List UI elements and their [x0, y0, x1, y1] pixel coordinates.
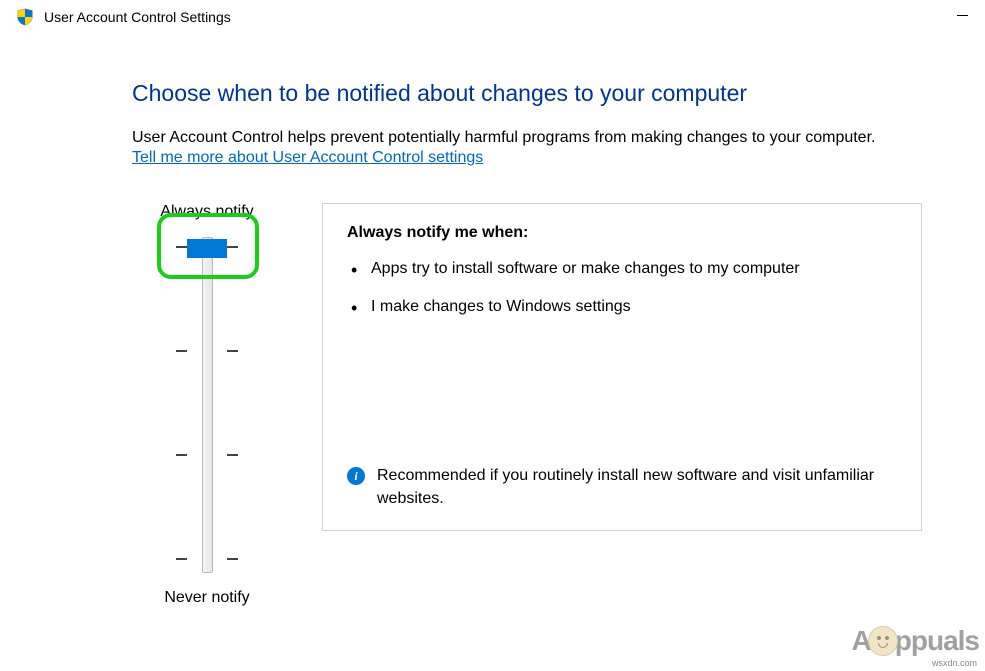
recommendation-text: Recommended if you routinely install new… [377, 465, 897, 510]
info-icon: i [347, 467, 365, 485]
slider-tick [227, 350, 238, 352]
watermark-face-icon [868, 626, 898, 656]
uac-shield-icon [16, 8, 34, 26]
slider-tick [176, 558, 187, 560]
page-heading: Choose when to be notified about changes… [132, 80, 975, 107]
uac-slider[interactable] [159, 235, 255, 575]
window-title: User Account Control Settings [44, 9, 975, 25]
slider-tick [227, 454, 238, 456]
slider-tick [227, 558, 238, 560]
detail-panel: Always notify me when: Apps try to insta… [322, 203, 922, 531]
detail-bullet: Apps try to install software or make cha… [371, 258, 897, 280]
titlebar: User Account Control Settings [0, 0, 985, 32]
watermark-suffix: ppuals [895, 625, 979, 657]
content-area: Choose when to be notified about changes… [0, 32, 985, 607]
window-controls [939, 0, 985, 30]
learn-more-link[interactable]: Tell me more about User Account Control … [132, 149, 483, 167]
watermark-source: wsxdn.com [932, 658, 977, 668]
slider-rail [202, 237, 213, 573]
slider-tick [176, 454, 187, 456]
slider-area: Always notify Never notify Always notify… [132, 203, 975, 607]
slider-bottom-label: Never notify [164, 589, 249, 607]
slider-tick [227, 246, 238, 248]
minimize-icon [957, 15, 968, 16]
slider-column: Always notify Never notify [132, 203, 282, 607]
detail-bullet: I make changes to Windows settings [371, 296, 897, 318]
slider-tick [176, 246, 187, 248]
detail-title: Always notify me when: [347, 224, 897, 242]
watermark: A ppuals [852, 625, 979, 657]
slider-tick [176, 350, 187, 352]
description-text: User Account Control helps prevent poten… [132, 129, 975, 147]
slider-top-label: Always notify [160, 203, 253, 221]
minimize-button[interactable] [939, 0, 985, 30]
slider-thumb[interactable] [187, 239, 227, 258]
detail-list: Apps try to install software or make cha… [347, 258, 897, 335]
recommendation-row: i Recommended if you routinely install n… [347, 465, 897, 514]
